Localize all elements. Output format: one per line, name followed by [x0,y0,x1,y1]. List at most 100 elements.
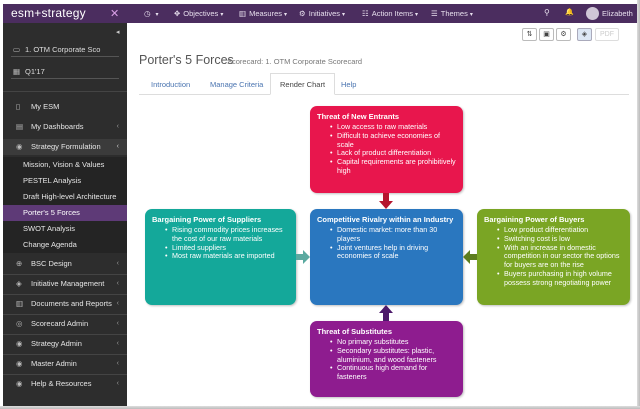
sidebar-divider [3,314,127,315]
sidebar-item-label: My ESM [31,102,60,111]
period-selector-label: Q1'17 [25,67,45,76]
sidebar-item-label: Strategy Formulation [31,142,101,151]
nav-initiatives[interactable]: ⚙ Initiatives ▾ [299,9,345,18]
sidebar-sub-pestel[interactable]: PESTEL Analysis [3,173,127,189]
chevron-left-icon: ‹ [116,320,119,327]
force-title: Bargaining Power of Suppliers [152,215,262,224]
calendar-icon: ▦ [13,67,21,76]
tab-introduction[interactable]: Introduction [141,73,200,95]
help-icon: ◉ [16,379,23,388]
sidebar-divider [3,91,127,92]
arrow-right-icon [296,250,310,264]
sidebar-item-scorecard-admin[interactable]: ◎ Scorecard Admin ‹ [3,316,127,332]
sidebar-item-label: Documents and Reports [31,299,112,308]
force-list: Domestic market: more than 30 players Jo… [317,225,456,262]
sidebar-item-label: Master Admin [31,359,77,368]
chevron-down-icon: ▾ [469,12,473,18]
chevron-down-icon: ▾ [284,12,288,18]
scorecard-icon: ▭ [13,45,21,54]
chevron-down-icon: ▾ [342,12,346,18]
scorecard-selector-label: 1. OTM Corporate Sco [25,45,101,54]
nav-themes[interactable]: ☰ Themes ▾ [431,9,473,18]
settings-button[interactable]: ⚙ [556,28,571,41]
period-selector[interactable]: ▦ Q1'17 [11,65,119,79]
force-item: Capital requirements are prohibitively h… [317,157,456,176]
force-item: With an increase in domestic competition… [484,243,623,270]
sidebar: ◂ ▭ 1. OTM Corporate Sco ▦ Q1'17 ▯ My ES… [3,23,127,406]
share-button[interactable]: ◈ [577,28,592,41]
tab-render-chart[interactable]: Render Chart [270,73,336,95]
app-window: esm+strategy ✕ ◷ ▾ ✥ Objectives ▾ ▥ Measures… [0,0,640,409]
themes-icon: ☰ [431,9,438,18]
sidebar-divider [3,354,127,355]
action-items-icon: ☷ [362,9,369,18]
sidebar-item-strategy-formulation[interactable]: ◉ Strategy Formulation ‹ [3,139,127,155]
nav-label: Initiatives [308,9,340,18]
force-title: Bargaining Power of Buyers [484,215,585,224]
strategy-icon: ◉ [16,142,23,151]
search-icon[interactable]: ⚲ [544,8,550,17]
sidebar-sub-change-agenda[interactable]: Change Agenda [3,237,127,253]
nav-label: Themes [440,9,468,18]
force-item: Domestic market: more than 30 players [317,225,456,244]
strategy-admin-icon: ◉ [16,339,23,348]
sidebar-item-my-dashboards[interactable]: ▤ My Dashboards ‹ [3,119,127,135]
sidebar-item-documents-reports[interactable]: ▥ Documents and Reports ‹ [3,296,127,312]
avatar[interactable] [586,7,599,20]
force-item: Joint ventures help in driving economies… [317,243,456,262]
documents-icon: ▥ [16,299,24,308]
user-name[interactable]: Elizabeth [602,9,638,18]
initiative-icon: ◈ [16,279,22,288]
sidebar-sub-mission-vision[interactable]: Mission, Vision & Values [3,157,127,173]
nav-objectives[interactable]: ✥ Objectives ▾ [174,9,223,18]
sidebar-sub-architecture[interactable]: Draft High-level Architecture [3,189,127,205]
sidebar-sub-swot[interactable]: SWOT Analysis [3,221,127,237]
chevron-down-icon: ‹ [116,143,119,150]
objectives-icon: ✥ [174,9,181,18]
sidebar-divider [3,374,127,375]
chevron-down-icon: ▾ [155,12,159,18]
chevron-left-icon: ‹ [116,280,119,287]
force-title: Threat of Substitutes [317,327,393,336]
master-admin-icon: ◉ [16,359,23,368]
sidebar-item-my-esm[interactable]: ▯ My ESM [3,99,127,115]
nav-measures[interactable]: ▥ Measures ▾ [239,9,287,18]
sidebar-divider [3,294,127,295]
force-list: No primary substitutes Secondary substit… [317,337,456,382]
measures-icon: ▥ [239,9,247,18]
chevron-down-icon: ▾ [415,12,419,18]
sidebar-item-help-resources[interactable]: ◉ Help & Resources ‹ [3,376,127,392]
tab-help[interactable]: Help [331,73,366,95]
chevron-left-icon: ‹ [116,380,119,387]
nav-dashboard-menu[interactable]: ◷ ▾ [144,9,159,18]
scorecard-selector[interactable]: ▭ 1. OTM Corporate Sco [11,43,119,57]
force-list: Low product differentiation Switching co… [484,225,623,288]
sidebar-item-label: Initiative Management [31,279,105,288]
nav-label: Action Items [371,9,413,18]
print-button[interactable]: ▣ [539,28,554,41]
force-bargaining-power-of-suppliers: Bargaining Power of Suppliers Rising com… [145,209,296,305]
chevron-left-icon: ‹ [116,260,119,267]
sidebar-item-master-admin[interactable]: ◉ Master Admin ‹ [3,356,127,372]
sidebar-item-label: Help & Resources [31,379,92,388]
force-item: Secondary substitutes: plastic, aluminiu… [317,346,456,365]
collapse-sidebar-icon[interactable]: ◂ [116,28,120,36]
chevron-left-icon: ‹ [116,360,119,367]
sidebar-item-strategy-admin[interactable]: ◉ Strategy Admin ‹ [3,336,127,352]
sort-button[interactable]: ⇅ [522,28,537,41]
tab-manage-criteria[interactable]: Manage Criteria [200,73,273,95]
bsc-icon: ⊕ [16,259,23,268]
sidebar-item-label: BSC Design [31,259,72,268]
nav-action-items[interactable]: ☷ Action Items ▾ [362,9,418,18]
app-logo[interactable]: esm+strategy [11,6,86,20]
sidebar-sub-porters-5-forces[interactable]: Porter's 5 Forces [3,205,127,221]
chevron-down-icon: ▾ [220,12,224,18]
sidebar-item-initiative-management[interactable]: ◈ Initiative Management ‹ [3,276,127,292]
force-title: Competitive Rivalry within an Industry [317,215,454,224]
sidebar-item-label: My Dashboards [31,122,84,131]
sidebar-item-bsc-design[interactable]: ⊕ BSC Design ‹ [3,256,127,272]
force-bargaining-power-of-buyers: Bargaining Power of Buyers Low product d… [477,209,630,305]
bell-icon[interactable]: 🔔 [565,8,574,16]
pdf-button[interactable]: PDF [595,28,619,41]
chevron-left-icon: ‹ [116,300,119,307]
